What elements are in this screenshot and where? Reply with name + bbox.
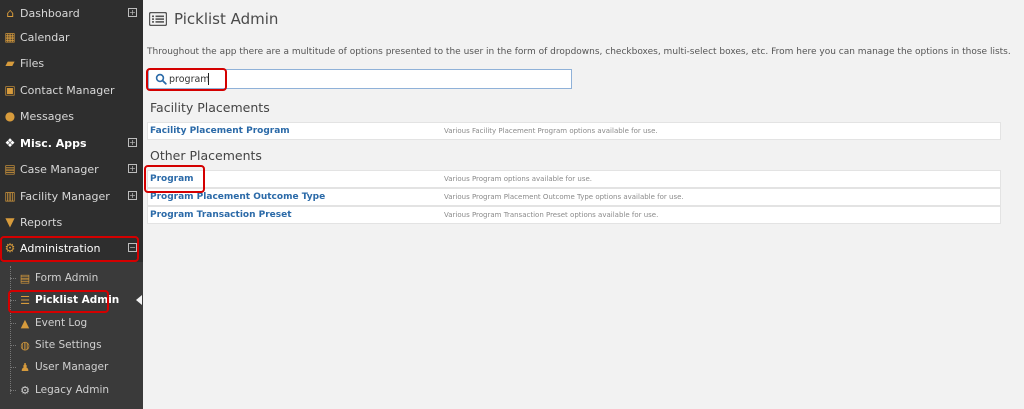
picklist-link[interactable]: Facility Placement Program <box>150 126 290 136</box>
sidebar-item-calendar[interactable]: ▦ Calendar <box>0 24 143 50</box>
picklist-description: Various Program options available for us… <box>444 175 593 183</box>
home-icon: ⌂ <box>6 6 14 20</box>
sidebar-item-contact-manager[interactable]: ▣ Contact Manager <box>0 77 143 103</box>
page-title: Picklist Admin <box>149 10 278 28</box>
picklist-description: Various Program Placement Outcome Type o… <box>444 193 684 201</box>
list-item[interactable]: Facility Placement Program Various Facil… <box>147 122 1001 140</box>
filter-icon: ▼ <box>5 215 15 229</box>
sidebar-item-facility-manager[interactable]: ▥ Facility Manager + <box>0 183 143 209</box>
form-icon: ▤ <box>19 271 31 285</box>
sidebar-subitem-user-manager[interactable]: ♟ User Manager <box>10 356 108 378</box>
calendar-icon: ▦ <box>4 30 16 44</box>
sidebar-subitem-form-admin[interactable]: ▤ Form Admin <box>10 267 98 289</box>
section-title-facility-placements: Facility Placements <box>150 100 270 115</box>
sidebar: ⌂ Dashboard + ▦ Calendar ▰ Files ▣ Conta… <box>0 0 143 409</box>
gears-icon: ⚙ <box>20 383 30 397</box>
sidebar-item-case-manager[interactable]: ▤ Case Manager + <box>0 156 143 182</box>
expand-icon[interactable]: + <box>128 191 137 200</box>
expand-icon[interactable]: + <box>128 164 137 173</box>
picklist-description: Various Facility Placement Program optio… <box>444 127 658 135</box>
users-icon: ♟ <box>20 360 30 374</box>
picklist-link[interactable]: Program Transaction Preset <box>150 210 292 220</box>
sidebar-subitem-event-log[interactable]: ▲ Event Log <box>10 312 87 334</box>
page-description: Throughout the app there are a multitude… <box>147 47 1011 57</box>
list-item[interactable]: Program Transaction Preset Various Progr… <box>147 206 1001 224</box>
highlight-box-search <box>146 68 227 91</box>
briefcase-icon: ▤ <box>4 162 16 176</box>
highlight-box-program <box>144 165 205 193</box>
sidebar-item-files[interactable]: ▰ Files <box>0 50 143 76</box>
sidebar-item-reports[interactable]: ▼ Reports <box>0 209 143 235</box>
list-item[interactable]: Program Placement Outcome Type Various P… <box>147 188 1001 206</box>
picklist-link[interactable]: Program Placement Outcome Type <box>150 192 325 202</box>
section-title-other-placements: Other Placements <box>150 148 262 163</box>
sidebar-subitem-legacy-admin[interactable]: ⚙ Legacy Admin <box>10 379 109 401</box>
active-item-caret-icon <box>136 295 142 305</box>
warning-icon: ▲ <box>20 316 30 330</box>
sidebar-item-dashboard[interactable]: ⌂ Dashboard + <box>0 0 143 26</box>
sidebar-item-misc-apps[interactable]: ❖ Misc. Apps + <box>0 130 143 156</box>
sidebar-item-messages[interactable]: ● Messages <box>0 103 143 129</box>
expand-icon[interactable]: + <box>128 138 137 147</box>
expand-icon[interactable]: + <box>128 8 137 17</box>
sidebar-subitem-site-settings[interactable]: ◍ Site Settings <box>10 334 102 356</box>
globe-icon: ◍ <box>20 338 30 352</box>
highlight-box-administration <box>0 236 139 262</box>
folder-icon: ▰ <box>5 56 15 70</box>
list-icon <box>149 12 167 26</box>
cubes-icon: ❖ <box>4 136 16 150</box>
chat-bubbles-icon: ● <box>4 109 16 123</box>
picklist-description: Various Program Transaction Preset optio… <box>444 211 659 219</box>
highlight-box-picklist-admin <box>8 290 109 313</box>
contact-card-icon: ▣ <box>4 83 16 97</box>
building-icon: ▥ <box>4 189 16 203</box>
list-item[interactable]: Program Various Program options availabl… <box>147 170 1001 188</box>
